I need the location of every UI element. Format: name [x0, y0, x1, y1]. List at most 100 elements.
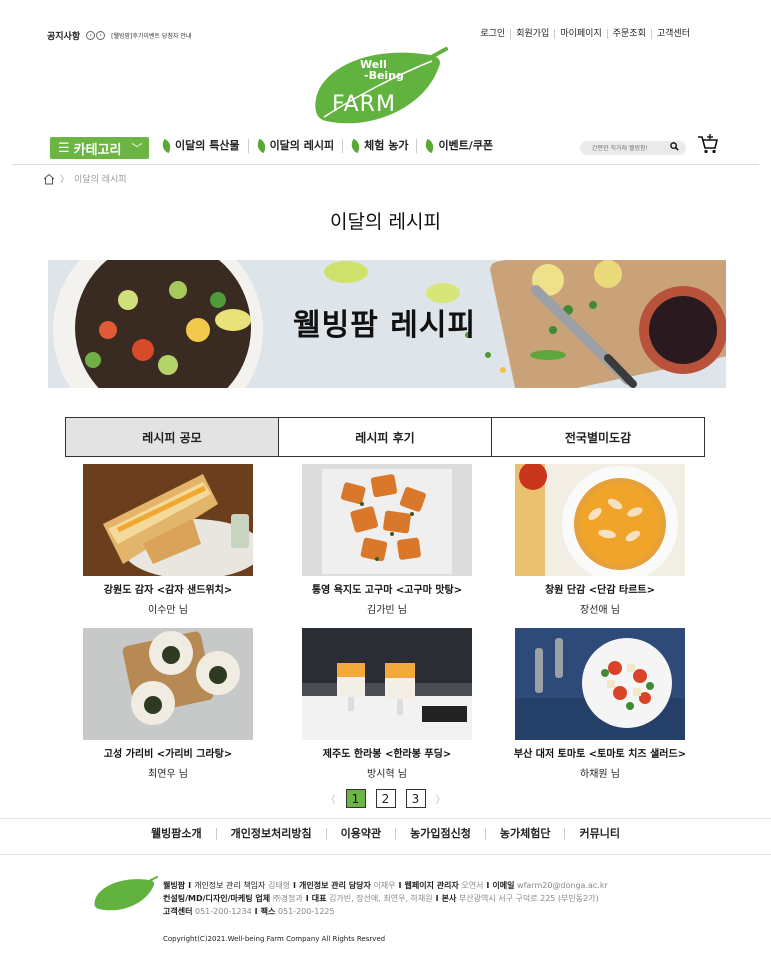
copyright: Copyright(C)2021.Well-being Farm Company…: [163, 935, 386, 943]
recipe-banner: 웰빙팜 레시피: [48, 260, 726, 388]
home-icon[interactable]: [43, 173, 55, 185]
menu-item-label: 이벤트/쿠폰: [438, 139, 494, 152]
search-icon[interactable]: [670, 142, 679, 154]
menu-item-event-coupon[interactable]: 이벤트/쿠폰: [416, 138, 501, 154]
recipe-author: 김가빈 님: [367, 605, 407, 616]
recipe-title[interactable]: 고성 가리비 <가리비 그라탕>: [62, 745, 274, 760]
consulting-label: 컨설팅/MD/디자인/마케팅 업체: [163, 894, 271, 903]
tab-recipe-contest[interactable]: 레시피 공모: [66, 418, 278, 456]
category-button[interactable]: ☰ 카테고리 ﹀: [50, 137, 149, 159]
recipe-image-tomato-salad[interactable]: [515, 628, 685, 740]
menu-item-label: 이달의 특산물: [175, 139, 240, 152]
recipe-tabs: 레시피 공모 레시피 후기 전국별미도감: [65, 417, 705, 457]
customer-center-link[interactable]: 고객센터: [650, 29, 695, 39]
footer-info-line1: 웰빙팜 I 개인정보 관리 책임자 김태형 I 개인정보 관리 담당자 이재우 I 웹페이지…: [163, 881, 608, 890]
leaf-icon: [423, 138, 437, 154]
web-admin-label: 웹페이지 관리자: [404, 881, 459, 890]
footer-nav: 웰빙팜소개 개인정보처리방침 이용약관 농가입점신청 농가체험단 커뮤니티: [0, 828, 771, 840]
notice-next-icon[interactable]: ›: [96, 31, 106, 40]
category-label: 카테고리: [73, 142, 122, 158]
page-3-button[interactable]: 3: [405, 789, 426, 808]
footer-link-community[interactable]: 커뮤니티: [564, 828, 633, 840]
notice-text[interactable]: [웰빙팜]후기이벤트 당첨자 안내: [111, 31, 191, 40]
recipe-image-sandwich[interactable]: [83, 464, 253, 576]
chevron-down-icon: ﹀: [131, 142, 143, 155]
recipe-image-persimmon-tart[interactable]: [515, 464, 685, 576]
logo-line2: -Being: [364, 69, 404, 82]
menu-item-label: 체험 농가: [364, 139, 409, 152]
nav-divider: [12, 164, 759, 165]
recipe-card[interactable]: 통영 욕지도 고구마 <고구마 맛탕> 김가빈 님: [281, 464, 493, 616]
recipe-author: 방시혁 님: [367, 769, 407, 780]
recipe-title[interactable]: 강원도 감자 <감자 샌드위치>: [62, 581, 274, 596]
consulting-value: ㈜경정과: [272, 894, 303, 903]
leaf-icon: [349, 138, 362, 154]
footer-link-experience-group[interactable]: 농가체험단: [484, 828, 565, 840]
notice-title[interactable]: 공지사항: [47, 29, 80, 42]
recipe-title[interactable]: 부산 대저 토마토 <토마토 치즈 샐러드>: [494, 745, 706, 760]
notice-prev-icon[interactable]: ‹: [86, 31, 96, 40]
cart-icon[interactable]: [697, 133, 719, 155]
cs-label: 고객센터: [163, 907, 193, 916]
logo-text-wellbeing: Well -Being: [360, 59, 404, 81]
hq-label: 본사: [441, 894, 457, 903]
menu-item-specialty[interactable]: 이달의 특산물: [160, 138, 248, 154]
breadcrumb-current[interactable]: 이달의 레시피: [74, 172, 127, 185]
menu-item-recipe[interactable]: 이달의 레시피: [247, 138, 343, 154]
fax-value: 051-200-1225: [277, 907, 335, 916]
notice-arrows: ‹ ›: [86, 31, 106, 40]
page-2-button[interactable]: 2: [375, 789, 396, 808]
recipe-card[interactable]: 제주도 한라봉 <한라봉 푸딩> 방시혁 님: [281, 628, 493, 780]
pagination: 〈 1 2 3 〉: [0, 789, 771, 808]
utility-links: 로그인 회원가입 마이페이지 주문조회 고객센터: [475, 29, 695, 39]
recipe-card[interactable]: 창원 단감 <단감 타르트> 장선애 님: [494, 464, 706, 616]
footer-info-line3: 고객센터 051-200-1234 I 팩스 051-200-1225: [163, 907, 335, 916]
footer-divider-bottom: [0, 854, 771, 855]
privacy-manager-label: 개인정보 관리 담당자: [299, 881, 371, 890]
recipe-card[interactable]: 강원도 감자 <감자 샌드위치> 이수만 님: [62, 464, 274, 616]
privacy-officer-label: 개인정보 관리 책임자: [194, 881, 266, 890]
email-label: 이메일: [492, 881, 515, 890]
tab-regional-delicacies[interactable]: 전국별미도감: [491, 418, 704, 456]
page-1-button[interactable]: 1: [345, 789, 366, 808]
recipe-card[interactable]: 고성 가리비 <가리비 그라탕> 최연우 님: [62, 628, 274, 780]
recipe-title[interactable]: 통영 욕지도 고구마 <고구마 맛탕>: [281, 581, 493, 596]
email-value[interactable]: wfarm20@donga.ac.kr: [517, 881, 608, 890]
ceo-label: 대표: [311, 894, 327, 903]
leaf-icon: [254, 138, 268, 154]
footer-logo: [93, 876, 159, 912]
main-nav: ☰ 카테고리 ﹀ 이달의 특산물 이달의 레시피 체험 농가 이벤트/쿠폰: [50, 134, 746, 159]
recipe-image-sweet-potato[interactable]: [302, 464, 472, 576]
next-page-icon[interactable]: 〉: [436, 791, 446, 806]
recipe-author: 최연우 님: [148, 769, 188, 780]
menu-list-icon: ☰: [58, 140, 70, 156]
hq-value: 부산광역시 서구 구덕로 225 (부민동2가): [458, 894, 599, 903]
search-input[interactable]: [592, 144, 670, 152]
banner-title: 웰빙팜 레시피: [293, 308, 477, 343]
ceo-value: 김가빈, 장선애, 최연우, 하채원: [329, 894, 433, 903]
privacy-manager: 이재우: [373, 881, 396, 890]
prev-page-icon[interactable]: 〈: [326, 791, 336, 806]
footer-link-privacy[interactable]: 개인정보처리방침: [215, 828, 326, 840]
recipe-title[interactable]: 제주도 한라봉 <한라봉 푸딩>: [281, 745, 493, 760]
leaf-icon: [160, 138, 173, 154]
recipe-image-scallop[interactable]: [83, 628, 253, 740]
signup-link[interactable]: 회원가입: [510, 29, 554, 39]
recipe-author: 장선애 님: [580, 605, 620, 616]
footer-divider-top: [0, 818, 771, 819]
recipe-card[interactable]: 부산 대저 토마토 <토마토 치즈 샐러드> 하채원 님: [494, 628, 706, 780]
footer-link-about[interactable]: 웰빙팜소개: [137, 828, 216, 840]
footer-company-info: 웰빙팜 I 개인정보 관리 책임자 김태형 I 개인정보 관리 담당자 이재우 I 웹페이지…: [163, 879, 608, 918]
login-link[interactable]: 로그인: [475, 29, 510, 39]
notice-bar: 공지사항 ‹ › [웰빙팜]후기이벤트 당첨자 안내: [47, 29, 191, 42]
recipe-image-pudding[interactable]: [302, 628, 472, 740]
order-lookup-link[interactable]: 주문조회: [606, 29, 651, 39]
menu-item-farm-experience[interactable]: 체험 농가: [342, 138, 416, 154]
footer-link-terms[interactable]: 이용약관: [325, 828, 395, 840]
recipe-title[interactable]: 창원 단감 <단감 타르트>: [494, 581, 706, 596]
tab-recipe-review[interactable]: 레시피 후기: [278, 418, 491, 456]
mypage-link[interactable]: 마이페이지: [554, 29, 606, 39]
site-logo[interactable]: Well -Being FARM: [312, 47, 448, 127]
footer-link-farm-apply[interactable]: 농가입점신청: [395, 828, 485, 840]
footer-info-line2: 컨설팅/MD/디자인/마케팅 업체 ㈜경정과 I 대표 김가빈, 장선애, 최연우,…: [163, 894, 599, 903]
